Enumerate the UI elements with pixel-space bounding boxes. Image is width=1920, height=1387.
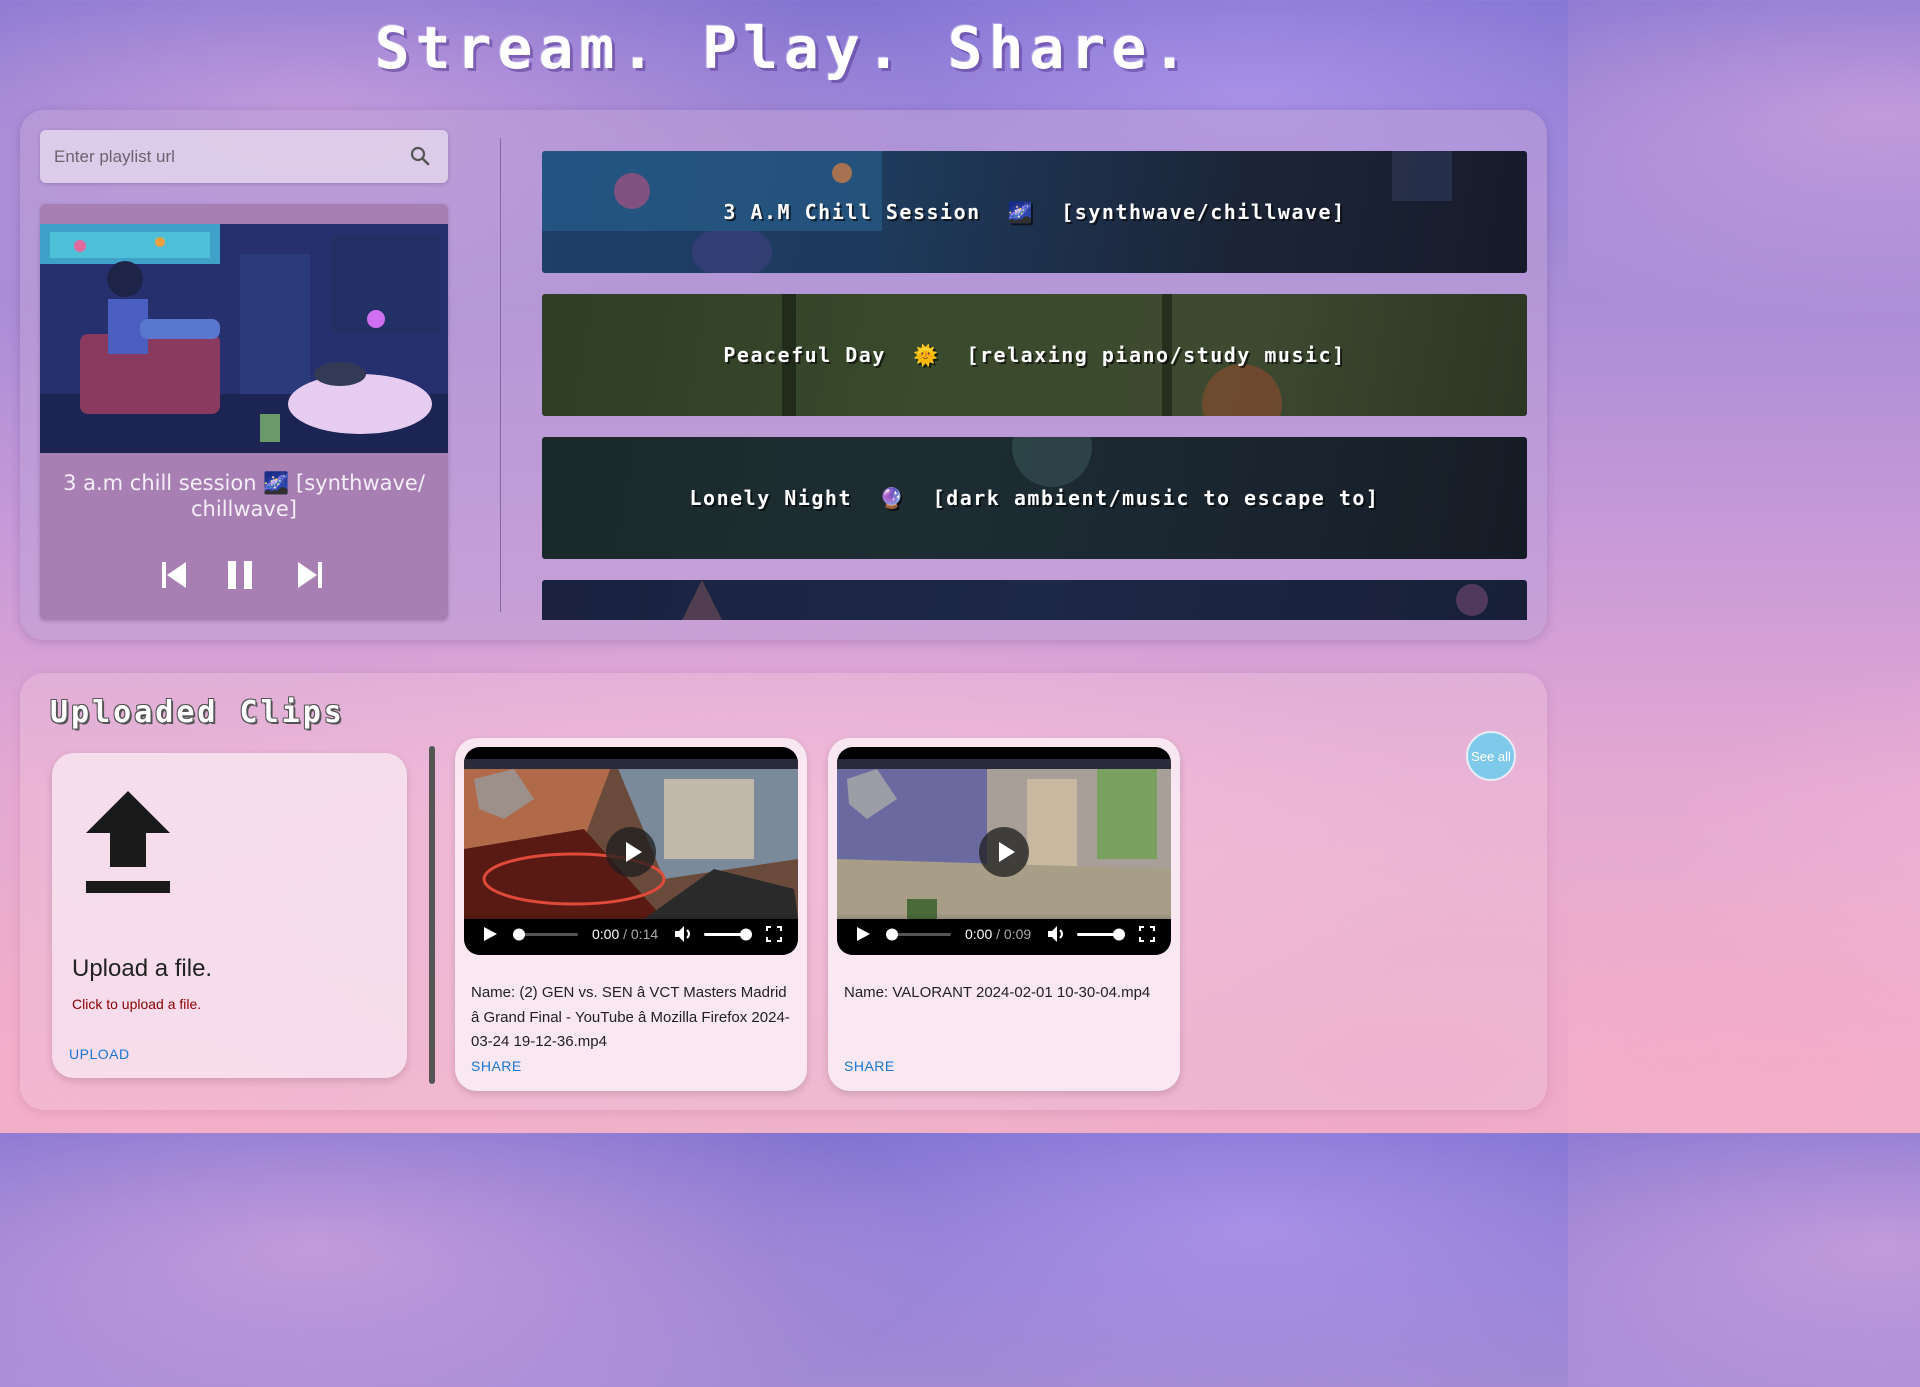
playlist-item-title: Peaceful Day [723, 343, 886, 367]
video-controls: 0:00 / 0:09 [837, 913, 1171, 955]
clip-name: Name: VALORANT 2024-02-01 10-30-04.mp4 [844, 984, 1151, 1001]
clip-card: 0:00 / 0:14 Name: (2) GEN vs. SEN â VCT … [455, 738, 807, 1091]
clip-card: 0:00 / 0:09 Name: VALORANT 2024-02-01 10… [828, 738, 1180, 1091]
clip-name: Name: (2) GEN vs. SEN â VCT Masters Madr… [471, 984, 790, 1050]
playlist-list: 3 A.M Chill Session 🌌 [synthwave/chillwa… [542, 151, 1527, 620]
playlist-item-emoji: 🔮 [879, 486, 906, 510]
volume-slider[interactable] [1075, 926, 1127, 942]
share-button[interactable]: SHARE [471, 1058, 522, 1074]
play-icon[interactable] [482, 926, 498, 942]
video-current-time: 0:00 [592, 926, 620, 942]
playlist-item-tag: [relaxing piano/study music] [966, 343, 1346, 367]
playlist-item-emoji: 🌞 [912, 343, 940, 367]
clips-panel: Uploaded Clips Upload a file. Click to u… [20, 673, 1547, 1110]
fullscreen-icon[interactable] [1139, 926, 1155, 942]
video-duration: / 0:09 [992, 926, 1032, 942]
video-controls: 0:00 / 0:14 [464, 913, 798, 955]
previous-track-icon[interactable] [158, 558, 192, 592]
fullscreen-icon[interactable] [766, 926, 782, 942]
panel-divider [500, 138, 501, 612]
video-player[interactable]: 0:00 / 0:09 [837, 747, 1171, 955]
share-button[interactable]: SHARE [844, 1058, 895, 1074]
page-title: Stream. Play. Share. [374, 14, 1194, 82]
clips-divider [429, 746, 435, 1084]
playlist-item[interactable] [542, 580, 1527, 620]
play-icon [999, 842, 1015, 862]
play-icon[interactable] [855, 926, 871, 942]
player-panel: 3 a.m chill session 🌌 [synthwave/ chillw… [20, 110, 1547, 640]
video-current-time: 0:00 [965, 926, 993, 942]
volume-slider[interactable] [702, 926, 754, 942]
video-play-button[interactable] [606, 827, 656, 877]
playlist-url-input[interactable] [52, 142, 396, 172]
playlist-item[interactable]: 3 A.M Chill Session 🌌 [synthwave/chillwa… [542, 151, 1527, 273]
upload-icon [86, 791, 170, 893]
album-art [40, 224, 448, 453]
video-play-button[interactable] [979, 827, 1029, 877]
next-track-icon[interactable] [292, 558, 326, 592]
upload-heading: Upload a file. [72, 955, 213, 982]
video-player[interactable]: 0:00 / 0:14 [464, 747, 798, 955]
upload-subtext: Click to upload a file. [72, 996, 202, 1012]
playlist-item[interactable]: Lonely Night 🔮 [dark ambient/music to es… [542, 437, 1527, 559]
volume-icon[interactable] [674, 925, 694, 943]
playlist-item-title: Lonely Night [689, 486, 853, 510]
playlist-search [40, 130, 448, 183]
playlist-item-emoji: 🌌 [1007, 200, 1035, 224]
playlist-item-tag: [synthwave/chillwave] [1061, 200, 1346, 224]
playlist-item[interactable]: Peaceful Day 🌞 [relaxing piano/study mus… [542, 294, 1527, 416]
now-playing-card: 3 a.m chill session 🌌 [synthwave/ chillw… [40, 204, 448, 620]
upload-card[interactable]: Upload a file. Click to upload a file. U… [52, 753, 407, 1078]
playlist-item-tag: [dark ambient/music to escape to] [932, 486, 1380, 510]
pause-icon[interactable] [223, 558, 257, 592]
search-icon[interactable] [408, 144, 432, 168]
play-icon [626, 842, 642, 862]
seek-slider[interactable] [510, 926, 580, 942]
playlist-item-title: 3 A.M Chill Session [723, 200, 981, 224]
upload-button[interactable]: UPLOAD [69, 1046, 130, 1062]
seek-slider[interactable] [883, 926, 953, 942]
clips-title: Uploaded Clips [50, 695, 345, 730]
video-duration: / 0:14 [619, 926, 659, 942]
now-playing-title: 3 a.m chill session 🌌 [synthwave/ chillw… [63, 471, 425, 521]
volume-icon[interactable] [1047, 925, 1067, 943]
see-all-button[interactable]: See all [1466, 731, 1516, 781]
